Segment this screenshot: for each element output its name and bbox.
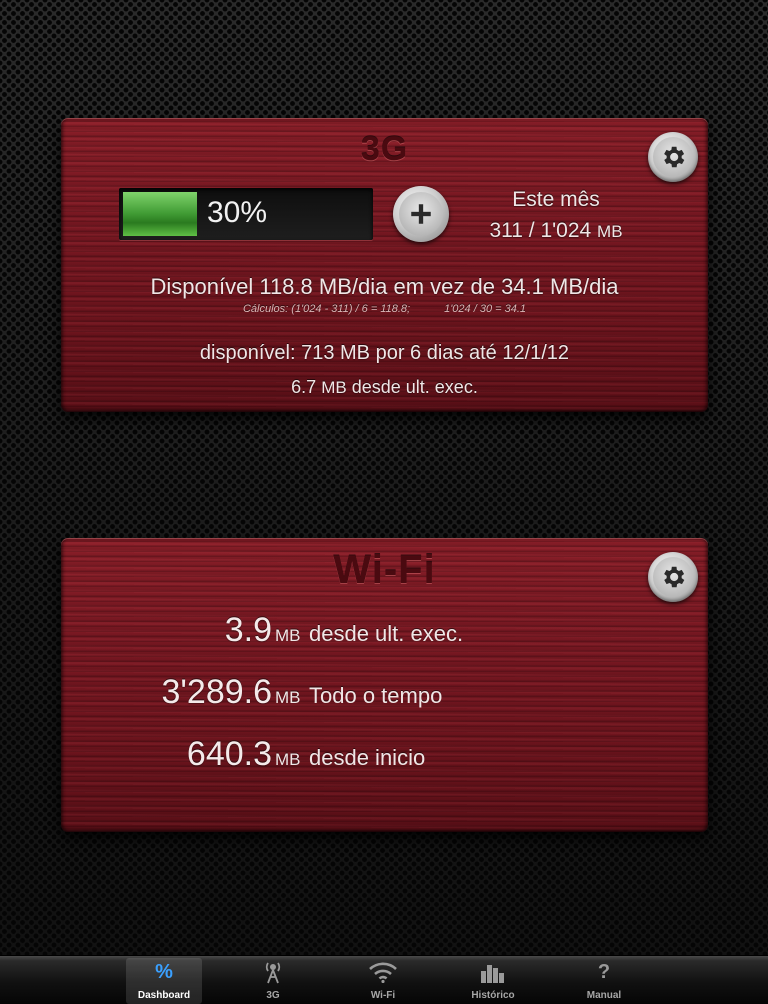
wifi-row-last-exec: 3.9 MB desde ult. exec.: [61, 610, 708, 654]
tab-label: Wi-Fi: [370, 990, 396, 1001]
wifi-row-all-time: 3'289.6 MB Todo o tempo: [61, 672, 708, 716]
panel-wifi: Wi-Fi 3.9 MB desde ult. exec. 3'289.6 MB…: [61, 538, 708, 832]
month-used-value: 311 / 1'024: [489, 219, 592, 242]
wifi-value: 640.3: [186, 735, 272, 773]
wifi-value: 3'289.6: [161, 673, 272, 711]
percent-icon: %: [155, 960, 173, 983]
tab-historico[interactable]: Histórico: [455, 958, 531, 1004]
wifi-unit: MB: [275, 750, 301, 769]
gear-icon: [664, 566, 685, 588]
panel-3g: 3G 30% Este mês 311 / 1'024 MB Disponíve…: [61, 118, 708, 412]
wifi-value: 3.9: [224, 611, 272, 649]
bar-chart-icon: [481, 965, 504, 983]
calc-left: Cálculos: (1'024 - 311) / 6 = 118.8;: [242, 303, 411, 315]
wifi-unit: MB: [275, 626, 301, 645]
usage-progress-fill: [123, 192, 197, 236]
month-usage: 311 / 1'024 MB: [461, 219, 651, 243]
wifi-icon: [369, 962, 397, 983]
plus-icon: [411, 204, 431, 224]
last-exec-value: 6.7: [291, 377, 317, 397]
tab-label: Manual: [586, 990, 622, 1001]
usage-progress-bar: 30%: [119, 188, 373, 240]
wifi-label: desde inicio: [309, 745, 426, 770]
usage-percent: 30%: [207, 196, 268, 229]
antenna-icon: [265, 962, 281, 984]
wifi-label: desde ult. exec.: [309, 621, 464, 646]
question-icon: ?: [597, 960, 611, 983]
last-exec-unit: MB: [321, 378, 347, 397]
gear-icon: [664, 146, 685, 168]
tab-bar: % Dashboard 3G Wi-Fi Histórico ? Manual: [0, 956, 768, 1004]
remaining-line: disponível: 713 MB por 6 dias até 12/1/1…: [199, 342, 570, 364]
settings-wifi-button[interactable]: [648, 552, 698, 602]
wifi-label: Todo o tempo: [309, 683, 443, 708]
tab-label: Dashboard: [137, 990, 191, 1001]
panel-3g-title: 3G: [360, 130, 409, 168]
tab-3g[interactable]: 3G: [235, 958, 311, 1004]
calc-right: 1'024 / 30 = 34.1: [444, 303, 527, 315]
wifi-unit: MB: [275, 688, 301, 707]
add-usage-button[interactable]: [393, 186, 449, 242]
last-exec-label: desde ult. exec.: [351, 377, 478, 397]
wifi-row-since-start: 640.3 MB desde inicio: [61, 734, 708, 778]
tab-label: Histórico: [471, 990, 515, 1001]
available-per-day: Disponível 118.8 MB/dia em vez de 34.1 M…: [150, 274, 619, 299]
calculation-note: Cálculos: (1'024 - 311) / 6 = 118.8; 1'02…: [61, 303, 708, 315]
tab-manual[interactable]: ? Manual: [566, 958, 642, 1004]
panel-wifi-title: Wi-Fi: [333, 548, 436, 592]
tab-dashboard[interactable]: % Dashboard: [126, 958, 202, 1004]
tab-label: 3G: [266, 990, 280, 1001]
tab-wifi[interactable]: Wi-Fi: [345, 958, 421, 1004]
settings-3g-button[interactable]: [648, 132, 698, 182]
month-unit: MB: [597, 222, 623, 241]
month-label: Este mês: [512, 188, 600, 211]
last-exec-3g: 6.7 MB desde ult. exec.: [61, 377, 708, 398]
